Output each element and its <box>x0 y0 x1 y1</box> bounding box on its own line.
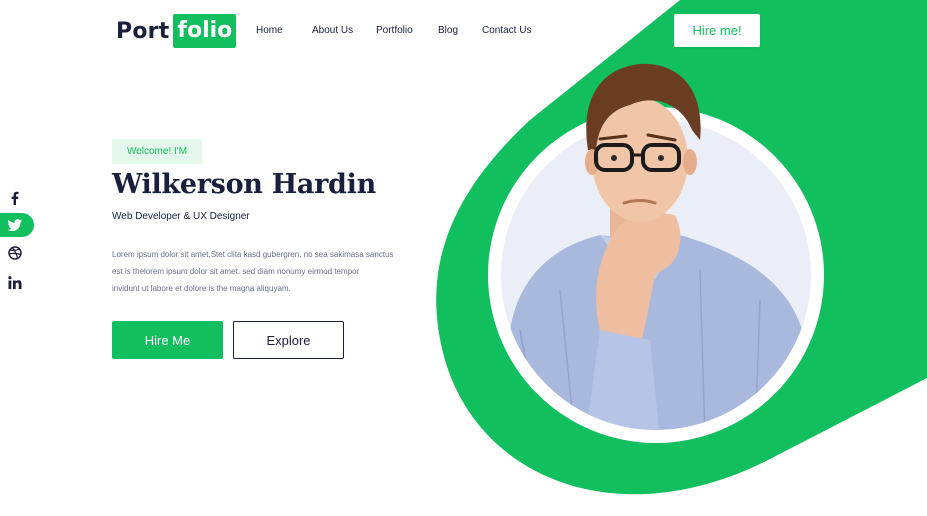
nav-about-us[interactable]: About Us <box>312 25 353 36</box>
dribbble-icon <box>8 246 22 260</box>
linkedin-icon <box>8 275 22 289</box>
hero-description: Lorem ipsum dolor sit amet,Stet clita ka… <box>112 246 412 297</box>
facebook-icon <box>11 191 19 205</box>
site-logo[interactable]: Port folio <box>116 14 237 48</box>
nav-contact-us[interactable]: Contact Us <box>482 25 531 36</box>
nav-home[interactable]: Home <box>256 25 283 36</box>
dribbble-link[interactable] <box>0 241 34 265</box>
twitter-link[interactable] <box>0 213 34 237</box>
hero-role: Web Developer & UX Designer <box>112 211 250 222</box>
linkedin-link[interactable] <box>0 270 34 294</box>
nav-blog[interactable]: Blog <box>438 25 458 36</box>
explore-button[interactable]: Explore <box>233 321 344 359</box>
description-line: invidunt ut labore et dolore is the magn… <box>112 284 291 293</box>
description-line: est is thelorem ipsum dolor sit amet. se… <box>112 267 360 276</box>
logo-text-folio: folio <box>173 14 237 48</box>
header-hire-button[interactable]: Hire me! <box>674 14 760 47</box>
nav-portfolio[interactable]: Portfolio <box>376 25 413 36</box>
hero-name: Wilkerson Hardin <box>112 169 376 200</box>
description-line: Lorem ipsum dolor sit amet,Stet clita ka… <box>112 250 394 259</box>
hire-me-button[interactable]: Hire Me <box>112 321 223 359</box>
facebook-link[interactable] <box>0 186 34 210</box>
logo-text-port: Port <box>116 18 170 44</box>
welcome-badge: Welcome! I'M <box>112 139 202 164</box>
twitter-icon <box>8 219 22 231</box>
